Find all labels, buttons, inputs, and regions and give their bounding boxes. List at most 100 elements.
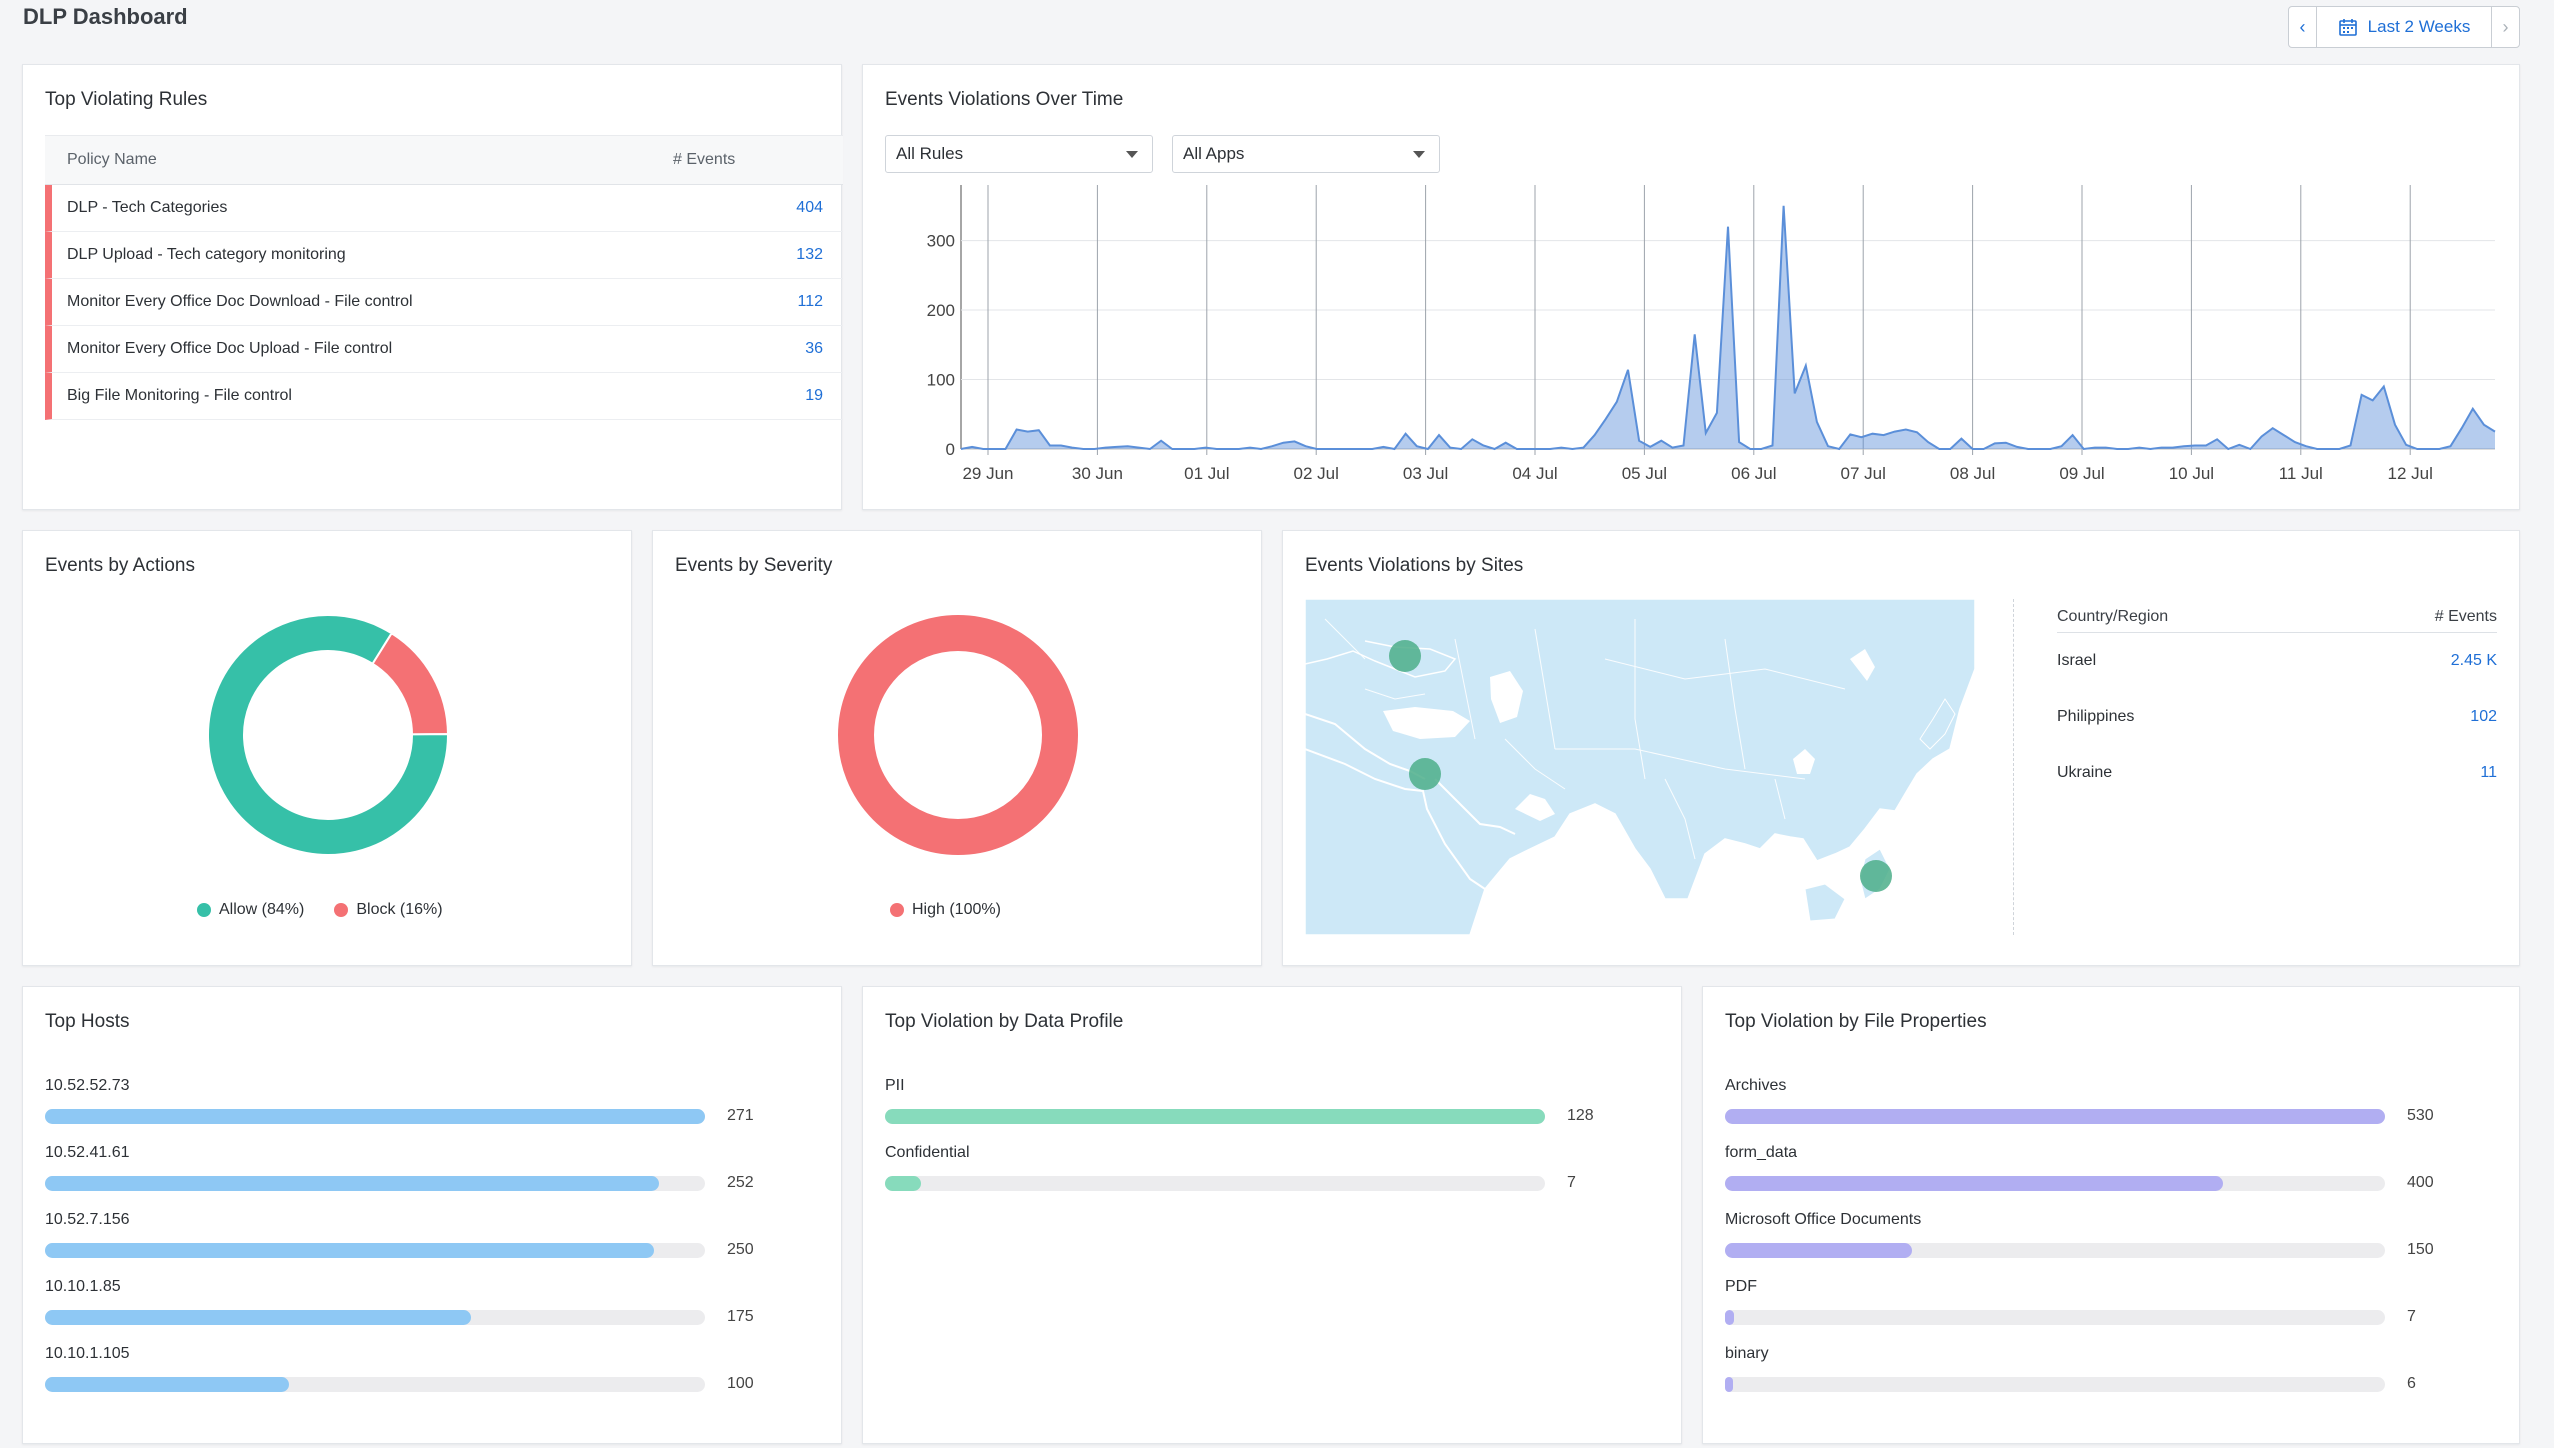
bar-item[interactable]: 10.10.1.105 100 — [45, 1345, 785, 1395]
sites-map[interactable] — [1305, 599, 1975, 935]
bar-value: 128 — [1567, 1107, 1594, 1124]
events-over-time-card: Events Violations Over Time All Rules Al… — [862, 64, 2520, 510]
bar-fill — [885, 1109, 1545, 1124]
events-by-severity-card: Events by Severity High (100%) — [652, 530, 1262, 966]
legend-item-block[interactable]: Block (16%) — [334, 901, 443, 919]
legend-dot — [334, 903, 349, 917]
severity-legend: High (100%) — [890, 901, 1001, 919]
bar-track — [45, 1310, 705, 1325]
bar-item[interactable]: 10.52.52.73 271 — [45, 1077, 785, 1127]
table-row[interactable]: Ukraine 11 — [2057, 745, 2497, 801]
bar-item[interactable]: PII 128 — [885, 1077, 1625, 1127]
bar-track — [885, 1176, 1545, 1191]
bar-item[interactable]: Archives 530 — [1725, 1077, 2465, 1127]
file-properties-card: Top Violation by File Properties Archive… — [1702, 986, 2520, 1444]
events-by-sites-card: Events Violations by Sites Country/Regio… — [1282, 530, 2520, 966]
bar-item[interactable]: binary 6 — [1725, 1345, 2465, 1395]
x-tick-label: 09 Jul — [2059, 464, 2104, 483]
site-events-link[interactable]: 102 — [2470, 708, 2497, 726]
col-policy-name[interactable]: Policy Name — [45, 151, 673, 169]
x-tick-label: 05 Jul — [1622, 464, 1667, 483]
bar-track — [1725, 1109, 2385, 1124]
x-tick-label: 10 Jul — [2169, 464, 2214, 483]
legend-dot — [197, 903, 211, 917]
site-marker-israel — [1409, 758, 1441, 790]
data-profile-card: Top Violation by Data Profile PII 128 Conf… — [862, 986, 1682, 1444]
table-row[interactable]: Philippines 102 — [2057, 689, 2497, 745]
site-marker-ukraine — [1389, 640, 1421, 672]
date-range-button[interactable]: Last 2 Weeks — [2317, 7, 2491, 47]
bar-item[interactable]: form_data 400 — [1725, 1144, 2465, 1194]
x-tick-label: 04 Jul — [1512, 464, 1557, 483]
bar-item[interactable]: Confidential 7 — [885, 1144, 1625, 1194]
col-events[interactable]: # Events — [673, 151, 843, 169]
card-title: Top Violating Rules — [45, 89, 208, 110]
bar-item[interactable]: 10.10.1.85 175 — [45, 1278, 785, 1328]
x-tick-label: 07 Jul — [1841, 464, 1886, 483]
world-map — [1305, 599, 1975, 935]
next-range-button[interactable]: › — [2491, 7, 2519, 47]
bar-value: 530 — [2407, 1107, 2434, 1124]
rule-name: Monitor Every Office Doc Upload - File c… — [67, 340, 393, 357]
x-tick-label: 02 Jul — [1294, 464, 1339, 483]
top-hosts-card: Top Hosts 10.52.52.73 271 10.52.41.61 252 10… — [22, 986, 842, 1444]
rule-events-link[interactable]: 112 — [783, 293, 843, 311]
actions-legend: Allow (84%) Block (16%) — [197, 901, 443, 919]
site-events-link[interactable]: 11 — [2480, 764, 2497, 782]
rule-events-link[interactable]: 132 — [783, 246, 843, 264]
chevron-left-icon: ‹ — [2299, 16, 2306, 37]
legend-item-high[interactable]: High (100%) — [890, 901, 1001, 919]
x-tick-label: 11 Jul — [2279, 464, 2323, 483]
site-region: Philippines — [2057, 708, 2135, 725]
x-tick-label: 30 Jun — [1072, 464, 1123, 483]
x-tick-label: 06 Jul — [1731, 464, 1776, 483]
bar-fill — [45, 1377, 289, 1392]
bar-fill — [1725, 1243, 1912, 1258]
rules-table: Policy Name # Events DLP - Tech Categori… — [45, 135, 843, 420]
bar-value: 100 — [727, 1375, 754, 1392]
table-row[interactable]: DLP Upload - Tech category monitoring 13… — [45, 232, 843, 279]
rule-name: DLP Upload - Tech category monitoring — [67, 246, 346, 263]
site-region: Ukraine — [2057, 764, 2113, 781]
bar-fill — [1725, 1377, 1733, 1392]
bar-label: PII — [885, 1077, 905, 1094]
table-row[interactable]: Monitor Every Office Doc Upload - File c… — [45, 326, 843, 373]
table-row[interactable]: DLP - Tech Categories 404 — [45, 185, 843, 232]
table-row[interactable]: Israel 2.45 K — [2057, 633, 2497, 689]
sites-table: Country/Region # Events Israel 2.45 K Ph… — [2057, 601, 2497, 801]
card-title: Events Violations by Sites — [1305, 555, 1524, 576]
legend-item-allow[interactable]: Allow (84%) — [197, 901, 304, 919]
x-tick-label: 03 Jul — [1403, 464, 1448, 483]
bar-item[interactable]: Microsoft Office Documents 150 — [1725, 1211, 2465, 1261]
page-title: DLP Dashboard — [23, 4, 188, 29]
bar-item[interactable]: 10.52.7.156 250 — [45, 1211, 785, 1261]
legend-dot — [890, 903, 904, 917]
rule-events-link[interactable]: 404 — [783, 199, 843, 217]
events-over-time-chart[interactable]: 0 100 200 300 29 Jun 30 Jun 01 Jul 02 Jul 03 Jul… — [863, 65, 2521, 511]
site-marker-philippines — [1860, 860, 1892, 892]
bar-label: Confidential — [885, 1144, 970, 1161]
bar-item[interactable]: 10.52.41.61 252 — [45, 1144, 785, 1194]
table-row[interactable]: Big File Monitoring - File control 19 — [45, 373, 843, 420]
donut-slice — [371, 631, 450, 736]
col-region[interactable]: Country/Region — [2057, 608, 2168, 626]
col-events[interactable]: # Events — [2435, 608, 2497, 626]
rule-name: DLP - Tech Categories — [67, 199, 228, 216]
sites-divider — [2013, 599, 2014, 935]
rule-events-link[interactable]: 36 — [783, 340, 843, 358]
bar-label: 10.52.41.61 — [45, 1144, 130, 1161]
bar-value: 7 — [1567, 1174, 1576, 1191]
y-tick-label: 0 — [946, 440, 955, 459]
bar-item[interactable]: PDF 7 — [1725, 1278, 2465, 1328]
rule-events-link[interactable]: 19 — [783, 387, 843, 405]
bar-track — [45, 1377, 705, 1392]
bar-fill — [1725, 1109, 2385, 1124]
rule-name: Monitor Every Office Doc Download - File… — [67, 293, 413, 310]
prev-range-button[interactable]: ‹ — [2289, 7, 2317, 47]
site-events-link[interactable]: 2.45 K — [2451, 652, 2497, 670]
bar-track — [45, 1176, 705, 1191]
bar-value: 150 — [2407, 1241, 2434, 1258]
bar-label: PDF — [1725, 1278, 1757, 1295]
table-row[interactable]: Monitor Every Office Doc Download - File… — [45, 279, 843, 326]
donut-slice — [838, 615, 1078, 855]
